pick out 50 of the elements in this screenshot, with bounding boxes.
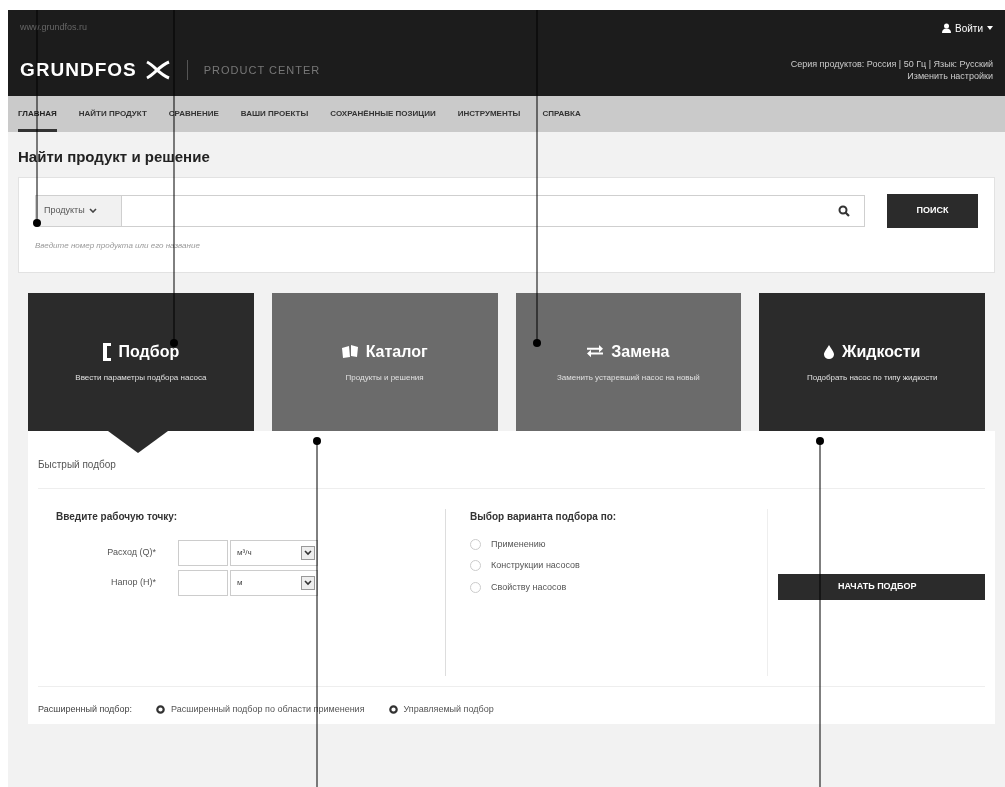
nav-tab[interactable]: ВАШИ ПРОЕКТЫ — [240, 96, 309, 132]
nav-tab[interactable]: СПРАВКА — [542, 96, 581, 132]
settings-summary: Серия продуктов: Россия | 50 Гц | Язык: Русский — [790, 58, 993, 71]
unit-dropdown[interactable]: м — [230, 569, 318, 596]
swap-arrows-icon — [587, 345, 604, 358]
logo-icon — [144, 60, 171, 81]
value-input[interactable] — [178, 539, 228, 566]
site-address: www.grundfos.ru — [20, 21, 88, 35]
category-dropdown[interactable]: Продукты — [36, 195, 122, 226]
feature-tile[interactable]: Замена Заменить устаревший насос на новый — [515, 292, 742, 431]
feature-tile[interactable]: Каталог Продукты и решения — [271, 292, 498, 431]
tile-subtitle: Ввести параметры подбора насоса — [75, 371, 207, 384]
field-label: Расход (Q)* — [106, 545, 157, 559]
nav-tab[interactable]: СОХРАНЁННЫЕ ПОЗИЦИИ — [330, 96, 436, 132]
product-center-label: PRODUCT CENTER — [203, 63, 321, 78]
tile-subtitle: Заменить устаревший насос на новый — [556, 371, 700, 384]
feature-tile[interactable]: Подбор Ввести параметры подбора насоса — [28, 292, 254, 431]
advanced-label: Расширенный подбор: — [38, 702, 132, 716]
nav-tab[interactable]: ИНСТРУМЕНТЫ — [457, 96, 521, 132]
field-group-title: Введите рабочую точку: — [56, 509, 179, 524]
user-icon — [942, 23, 951, 33]
feature-tile[interactable]: Жидкости Подобрать насос по типу жидкости — [759, 292, 985, 431]
search-button[interactable]: ПОИСК — [887, 193, 978, 228]
option-group-title: Выбор варианта подбора по: — [470, 509, 618, 524]
drop-icon — [823, 344, 834, 359]
settings-link[interactable]: Изменить настройки — [907, 70, 993, 83]
panel-title: Быстрый подбор — [38, 430, 985, 489]
tile-subtitle: Подобрать насос по типу жидкости — [806, 371, 938, 384]
chevron-down-icon — [88, 208, 97, 213]
value-input[interactable] — [178, 569, 228, 596]
tile-title: Замена — [611, 341, 670, 362]
tile-title: Подбор — [118, 341, 180, 362]
tile-title: Жидкости — [841, 341, 921, 362]
login-button[interactable]: Войти — [942, 20, 993, 36]
radio-option[interactable]: Конструкции насосов — [470, 559, 767, 573]
caret-icon — [987, 26, 993, 30]
unit-dropdown[interactable]: м³/ч — [230, 539, 318, 566]
tile-subtitle: Продукты и решения — [345, 371, 424, 384]
tile-title: Каталог — [365, 341, 428, 362]
start-selection-button[interactable]: НАЧАТЬ ПОДБОР — [778, 574, 985, 600]
search-field[interactable]: Продукты — [35, 194, 865, 227]
nav-tab[interactable]: НАЙТИ ПРОДУКТ — [78, 96, 147, 132]
radio-option[interactable]: Применению — [470, 537, 767, 551]
radio-option[interactable]: Свойству насосов — [470, 580, 767, 594]
advanced-link[interactable]: Управляемый подбор — [388, 702, 494, 716]
field-label: Напор (H)* — [110, 575, 157, 589]
ruler-icon — [102, 342, 111, 361]
logo-text: GRUNDFOS — [20, 58, 137, 82]
book-icon — [341, 345, 358, 358]
search-icon — [838, 204, 850, 217]
